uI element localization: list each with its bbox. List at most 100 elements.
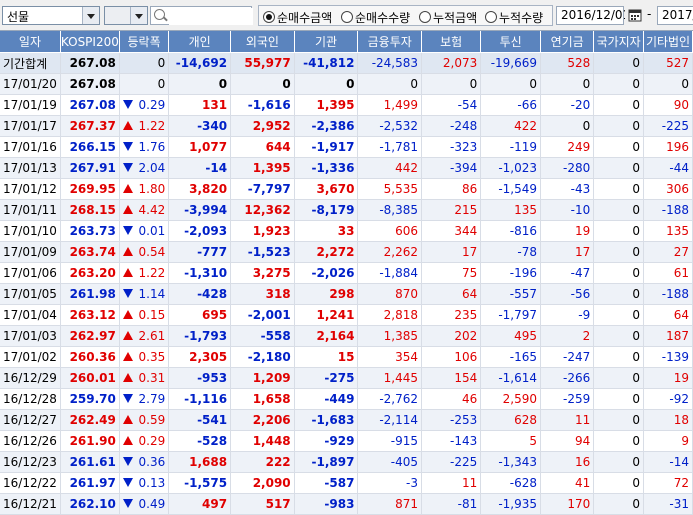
value-cell: -24,583 <box>357 52 423 74</box>
value-cell: 170 <box>540 493 595 515</box>
table-row[interactable]: 17/01/17 267.37 1.22 -340 2,952 -2,386 -2,532-… <box>0 115 693 137</box>
column-header[interactable]: 투신 <box>480 31 542 53</box>
value-cell: -929 <box>294 430 359 452</box>
up-triangle-icon <box>122 184 133 193</box>
total-row[interactable]: 기간합계 267.08 0 -14,692 55,977 -41,812 -24,583 2,… <box>0 52 693 74</box>
table-row[interactable]: 16/12/29 260.01 0.31 -953 1,209 -275 1,445 154-… <box>0 367 693 389</box>
value-cell: 19 <box>643 367 693 389</box>
table-row[interactable]: 17/01/05 261.98 1.14 -428 318 298 870 64 -557 -56… <box>0 283 693 305</box>
kospi200-cell: 261.97 <box>60 472 120 494</box>
value-cell: -225 <box>421 451 482 473</box>
start-date-value: 2016/12/01 <box>561 8 631 22</box>
value-cell: 3,820 <box>168 178 232 200</box>
value-cell: -557 <box>480 283 542 305</box>
value-cell: 0 <box>593 157 645 179</box>
search-icon <box>154 9 165 20</box>
value-cell: 0 <box>593 52 645 74</box>
value-cell: 0 <box>294 73 359 95</box>
date-cell: 17/01/05 <box>0 283 61 305</box>
value-cell: -54 <box>421 94 482 116</box>
value-cell: -81 <box>421 493 482 515</box>
value-cell: 0 <box>643 73 693 95</box>
value-cell: 215 <box>421 199 482 221</box>
value-cell: -92 <box>643 388 693 410</box>
calendar-icon[interactable] <box>625 6 645 25</box>
date-cell: 16/12/28 <box>0 388 61 410</box>
value-cell: -248 <box>421 115 482 137</box>
radio-cumulative-quantity[interactable]: 누적수량 <box>485 9 543 26</box>
value-cell: 2,818 <box>357 304 423 326</box>
value-cell: 318 <box>230 283 295 305</box>
table-row[interactable]: 17/01/19 267.08 0.29 131 -1,616 1,395 1,499 -54… <box>0 94 693 116</box>
value-cell: 0 <box>421 73 482 95</box>
change-cell: 1.76 <box>119 136 170 158</box>
value-cell: -259 <box>540 388 595 410</box>
search-field[interactable] <box>150 6 253 25</box>
value-cell: -2,180 <box>230 346 295 368</box>
date-cell: 17/01/11 <box>0 199 61 221</box>
table-row[interactable]: 16/12/21 262.10 0.49 497 517 -983 871 -81 -1,935… <box>0 493 693 515</box>
table-row[interactable]: 17/01/16 266.15 1.76 1,077 644 -1,917 -1,781 -3… <box>0 136 693 158</box>
value-cell: 2,952 <box>230 115 295 137</box>
table-row[interactable]: 17/01/13 267.91 2.04 -14 1,395 -1,336 442 -394-… <box>0 157 693 179</box>
search-input[interactable] <box>169 8 253 25</box>
down-triangle-icon <box>122 499 133 508</box>
secondary-select[interactable] <box>104 6 148 25</box>
table-row[interactable]: 16/12/27 262.49 0.59 -541 2,206 -1,683 -2,114-… <box>0 409 693 431</box>
column-header[interactable]: 보험 <box>421 31 482 53</box>
column-header[interactable]: KOSPI200 <box>60 31 120 53</box>
value-cell: 0 <box>593 94 645 116</box>
table-row[interactable]: 17/01/02 260.36 0.35 2,305 -2,180 15 354 106 -16… <box>0 346 693 368</box>
table-row[interactable]: 17/01/04 263.12 0.15 695 -2,001 1,241 2,818 235… <box>0 304 693 326</box>
change-cell: 0.36 <box>119 451 170 473</box>
column-header[interactable]: 금융투자 <box>357 31 423 53</box>
column-header[interactable]: 국가지자 <box>593 31 645 53</box>
chevron-down-icon[interactable] <box>82 7 99 24</box>
column-header[interactable]: 개인 <box>168 31 232 53</box>
kospi200-cell: 260.01 <box>60 367 120 389</box>
value-cell: -20 <box>540 94 595 116</box>
value-cell: 11 <box>421 472 482 494</box>
end-date-field[interactable]: 2017/ <box>657 6 693 25</box>
value-cell: 644 <box>230 136 295 158</box>
column-header[interactable]: 기관 <box>294 31 359 53</box>
value-cell: -225 <box>643 115 693 137</box>
market-select[interactable]: 선물 <box>2 6 100 25</box>
table-row[interactable]: 16/12/22 261.97 0.13 -1,575 2,090 -587 -3 11 -62… <box>0 472 693 494</box>
value-cell: -2,026 <box>294 262 359 284</box>
table-row[interactable]: 17/01/20 267.08 0 0 0 0 0 0 0 0 0 0 <box>0 73 693 95</box>
table-row[interactable]: 16/12/28 259.70 2.79 -1,116 1,658 -449 -2,762 4… <box>0 388 693 410</box>
table-row[interactable]: 17/01/09 263.74 0.54 -777 -1,523 2,272 2,262 17… <box>0 241 693 263</box>
up-triangle-icon <box>122 205 133 214</box>
value-cell: 1,923 <box>230 220 295 242</box>
table-row[interactable]: 17/01/11 268.15 4.42 -3,994 12,362 -8,179 -8,3… <box>0 199 693 221</box>
column-header[interactable]: 기타법인 <box>643 31 693 53</box>
value-cell: 0 <box>593 472 645 494</box>
value-cell: -777 <box>168 241 232 263</box>
start-date-field[interactable]: 2016/12/01 <box>556 6 630 25</box>
radio-cumulative-amount[interactable]: 누적금액 <box>419 9 477 26</box>
table-row[interactable]: 17/01/06 263.20 1.22 -1,310 3,275 -2,026 -1,88… <box>0 262 693 284</box>
column-header[interactable]: 연기금 <box>540 31 595 53</box>
value-cell: 27 <box>643 241 693 263</box>
table-row[interactable]: 16/12/26 261.90 0.29 -528 1,448 -929 -915 -143 5… <box>0 430 693 452</box>
value-cell: 1,448 <box>230 430 295 452</box>
change-cell: 0.15 <box>119 304 170 326</box>
table-row[interactable]: 17/01/12 269.95 1.80 3,820 -7,797 3,670 5,535 8… <box>0 178 693 200</box>
value-cell: 0 <box>540 73 595 95</box>
table-row[interactable]: 17/01/03 262.97 2.61 -1,793 -558 2,164 1,385 20… <box>0 325 693 347</box>
chevron-down-icon[interactable] <box>130 7 147 24</box>
column-header[interactable]: 외국인 <box>230 31 295 53</box>
radio-net-quantity[interactable]: 순매수수량 <box>341 9 410 26</box>
value-cell: -66 <box>480 94 542 116</box>
column-header[interactable]: 등락폭 <box>119 31 170 53</box>
table-row[interactable]: 17/01/10 263.73 0.01 -2,093 1,923 33 606 344 -81… <box>0 220 693 242</box>
column-header[interactable]: 일자 <box>0 31 61 53</box>
value-cell: 1,658 <box>230 388 295 410</box>
down-triangle-icon <box>122 289 133 298</box>
value-cell: -1,575 <box>168 472 232 494</box>
change-value: 0 <box>157 77 166 91</box>
radio-net-amount[interactable]: 순매수금액 <box>263 9 332 26</box>
table-row[interactable]: 16/12/23 261.61 0.36 1,688 222 -1,897 -405 -225… <box>0 451 693 473</box>
value-cell: -14 <box>643 451 693 473</box>
